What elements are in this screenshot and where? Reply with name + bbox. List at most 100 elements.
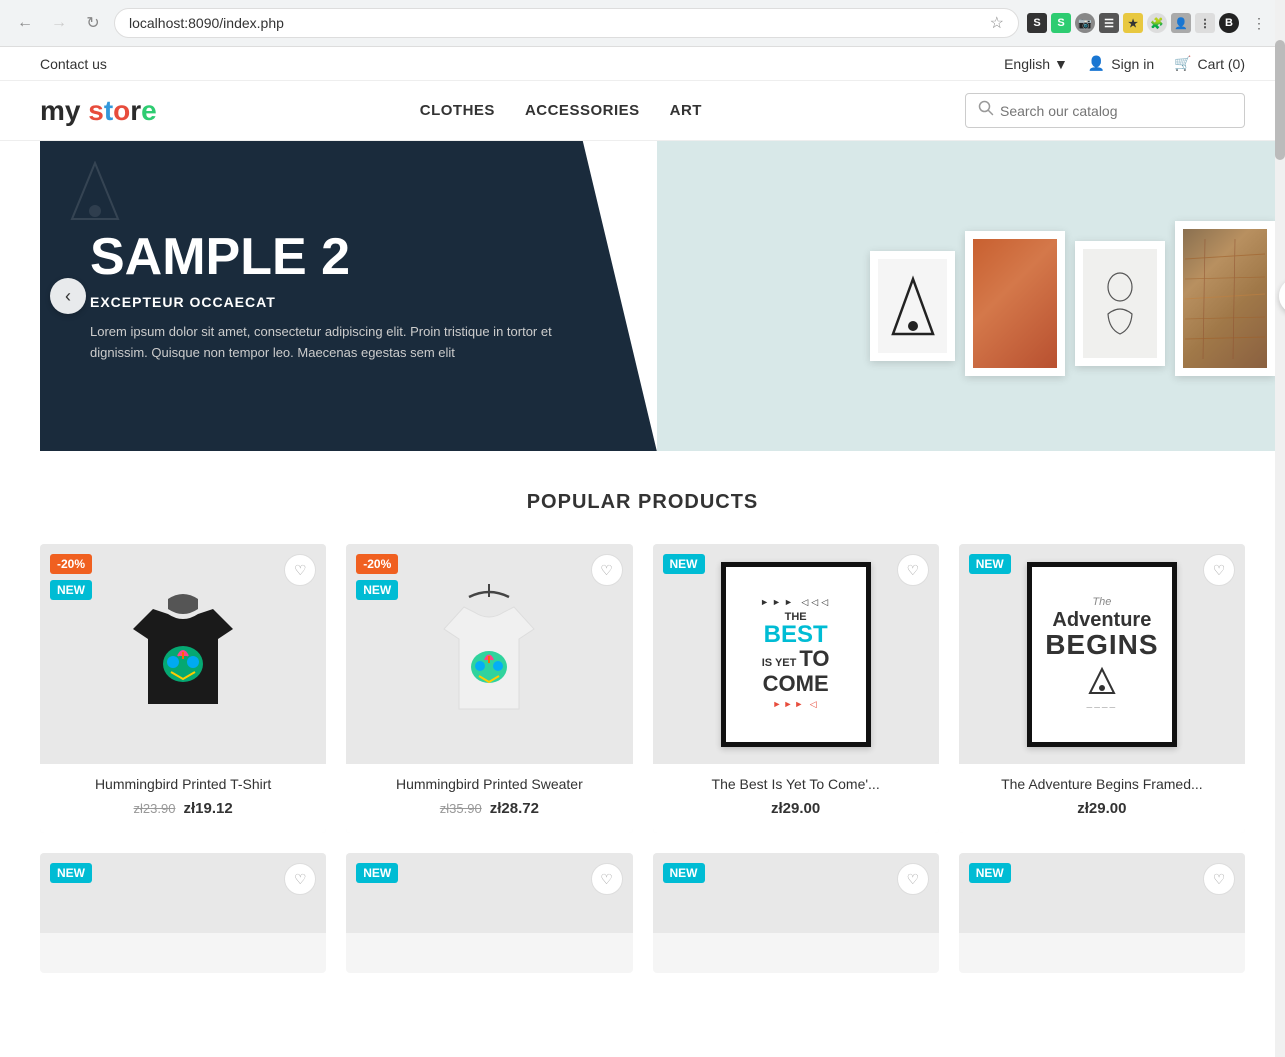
top-bar-right: English ▼ 👤 Sign in 🛒 Cart (0)	[1004, 55, 1245, 72]
url-text: localhost:8090/index.php	[129, 15, 284, 31]
product-card-6[interactable]: NEW ♡	[346, 853, 632, 973]
nav-accessories[interactable]: ACCESSORIES	[525, 98, 640, 123]
sign-in-label: Sign in	[1111, 56, 1154, 72]
forward-button[interactable]: →	[46, 10, 72, 36]
wishlist-button-2[interactable]: ♡	[591, 554, 623, 586]
product-name-3: The Best Is Yet To Come'...	[667, 776, 925, 792]
product-name-2: Hummingbird Printed Sweater	[360, 776, 618, 792]
product-card-4[interactable]: NEW ♡ The Adventure BEGINS ────	[959, 544, 1245, 833]
ext-icon-star[interactable]: ★	[1123, 13, 1143, 33]
product-card-2[interactable]: -20% NEW ♡	[346, 544, 632, 833]
product-card-1[interactable]: -20% NEW ♡ Hum	[40, 544, 326, 833]
new-badge-3: NEW	[663, 554, 705, 574]
wishlist-button-3[interactable]: ♡	[897, 554, 929, 586]
carousel-prev-button[interactable]: ‹	[50, 278, 86, 314]
product-card-5[interactable]: NEW ♡	[40, 853, 326, 973]
product-image-2: -20% NEW ♡	[346, 544, 632, 764]
product-image-4: NEW ♡ The Adventure BEGINS ────	[959, 544, 1245, 764]
product-info-1: Hummingbird Printed T-Shirt zł23.90 zł19…	[40, 764, 326, 833]
product-image-6: NEW ♡	[346, 853, 632, 933]
new-badge-7: NEW	[663, 863, 705, 883]
new-badge-6: NEW	[356, 863, 398, 883]
sign-in-link[interactable]: 👤 Sign in	[1088, 55, 1154, 72]
top-bar: Contact us English ▼ 👤 Sign in 🛒 Cart (0…	[0, 47, 1285, 81]
carousel-frame-1	[870, 251, 955, 361]
tshirt-black-svg	[123, 584, 243, 724]
price-only-3: zł29.00	[771, 800, 820, 817]
wishlist-button-6[interactable]: ♡	[591, 863, 623, 895]
product-card-8[interactable]: NEW ♡	[959, 853, 1245, 973]
ext-icon-grid[interactable]: ⋮	[1195, 13, 1215, 33]
product-prices-1: zł23.90 zł19.12	[54, 800, 312, 817]
cart-button[interactable]: 🛒 Cart (0)	[1174, 55, 1245, 72]
language-selector[interactable]: English ▼	[1004, 56, 1068, 72]
product-info-4: The Adventure Begins Framed... zł29.00	[959, 764, 1245, 833]
site-header: my store CLOTHES ACCESSORIES ART	[0, 81, 1285, 141]
wishlist-button-8[interactable]: ♡	[1203, 863, 1235, 895]
ext-icon-1[interactable]: S	[1027, 13, 1047, 33]
product-image-1: -20% NEW ♡	[40, 544, 326, 764]
scrollbar[interactable]	[1275, 0, 1285, 1057]
back-button[interactable]: ←	[12, 10, 38, 36]
ext-icon-bar[interactable]: ☰	[1099, 13, 1119, 33]
contact-link[interactable]: Contact us	[40, 56, 107, 72]
browser-nav: ← → ↻	[12, 10, 106, 36]
adventure-poster-frame: The Adventure BEGINS ────	[1027, 562, 1177, 747]
carousel-title: SAMPLE 2	[90, 229, 607, 286]
best-poster-content: ►►► ◁◁◁ THE BEST IS YET TO COME ►►► ◁	[752, 590, 839, 717]
wishlist-button-1[interactable]: ♡	[284, 554, 316, 586]
cart-icon: 🛒	[1174, 55, 1191, 72]
discount-badge-1: -20%	[50, 554, 92, 574]
adventure-poster-content: The Adventure BEGINS ────	[1037, 588, 1166, 721]
products-grid-bottom: NEW ♡ NEW ♡ NEW ♡ NEW ♡	[40, 853, 1245, 973]
carousel-logo-mark	[70, 161, 120, 226]
price-old-1: zł23.90	[134, 801, 176, 816]
product-image-5: NEW ♡	[40, 853, 326, 933]
search-box[interactable]	[965, 93, 1245, 128]
search-icon	[978, 100, 994, 121]
popular-products-section: POPULAR PRODUCTS -20% NEW ♡	[0, 451, 1285, 993]
product-image-8: NEW ♡	[959, 853, 1245, 933]
best-poster-frame: ►►► ◁◁◁ THE BEST IS YET TO COME ►►► ◁	[721, 562, 871, 747]
product-info-3: The Best Is Yet To Come'... zł29.00	[653, 764, 939, 833]
user-icon: 👤	[1088, 55, 1105, 72]
nav-clothes[interactable]: CLOTHES	[420, 98, 495, 123]
ext-icon-2[interactable]: S	[1051, 13, 1071, 33]
new-badge-1: NEW	[50, 580, 92, 600]
site-logo[interactable]: my store	[40, 95, 157, 127]
reload-button[interactable]: ↻	[80, 10, 106, 36]
carousel-subtitle: EXCEPTEUR OCCAECAT	[90, 294, 607, 310]
browser-toolbar: ← → ↻ localhost:8090/index.php ☆ S S 📷 ☰…	[0, 0, 1285, 46]
product-name-1: Hummingbird Printed T-Shirt	[54, 776, 312, 792]
ext-icon-profile[interactable]: 👤	[1171, 13, 1191, 33]
ext-icon-b[interactable]: B	[1219, 13, 1239, 33]
carousel-right-panel	[657, 141, 1285, 451]
price-only-4: zł29.00	[1077, 800, 1126, 817]
new-badge-5: NEW	[50, 863, 92, 883]
popular-products-title: POPULAR PRODUCTS	[40, 491, 1245, 514]
more-options-icon[interactable]: ⋮	[1245, 9, 1273, 37]
product-prices-4: zł29.00	[973, 800, 1231, 817]
main-nav: CLOTHES ACCESSORIES ART	[420, 98, 702, 123]
sweater-svg	[429, 579, 549, 729]
price-old-2: zł35.90	[440, 801, 482, 816]
ext-icon-puzzle[interactable]: 🧩	[1147, 13, 1167, 33]
product-card-7[interactable]: NEW ♡	[653, 853, 939, 973]
product-info-2: Hummingbird Printed Sweater zł35.90 zł28…	[346, 764, 632, 833]
address-bar[interactable]: localhost:8090/index.php ☆	[114, 8, 1019, 38]
nav-art[interactable]: ART	[670, 98, 702, 123]
carousel-frame-2	[965, 231, 1065, 376]
product-card-3[interactable]: NEW ♡ ►►► ◁◁◁ THE BEST IS YET TO COME ►►…	[653, 544, 939, 833]
wishlist-button-7[interactable]: ♡	[897, 863, 929, 895]
wishlist-button-5[interactable]: ♡	[284, 863, 316, 895]
ext-icon-camera[interactable]: 📷	[1075, 13, 1095, 33]
new-badge-4: NEW	[969, 554, 1011, 574]
scrollbar-thumb[interactable]	[1275, 40, 1285, 160]
product-prices-2: zł35.90 zł28.72	[360, 800, 618, 817]
browser-actions: S S 📷 ☰ ★ 🧩 👤 ⋮ B ⋮	[1027, 9, 1273, 37]
bookmark-icon[interactable]: ☆	[990, 13, 1004, 33]
carousel-left-panel: SAMPLE 2 EXCEPTEUR OCCAECAT Lorem ipsum …	[40, 141, 657, 451]
wishlist-button-4[interactable]: ♡	[1203, 554, 1235, 586]
search-input[interactable]	[1000, 103, 1232, 119]
product-prices-3: zł29.00	[667, 800, 925, 817]
